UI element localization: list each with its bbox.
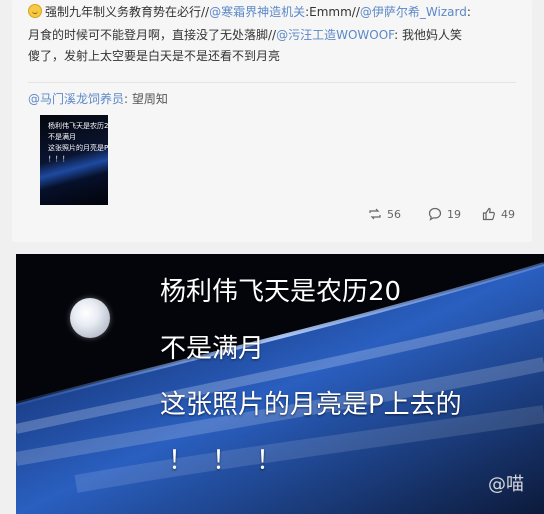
- comment-text: 强制九年制义务教育势在必行//: [45, 5, 210, 19]
- comment-text: 月食的时候可不能登月啊，直接没了无处落脚//: [28, 28, 277, 42]
- repost-button[interactable]: 56: [368, 207, 401, 221]
- mention-sub-user[interactable]: @马门溪龙饲养员: [28, 92, 124, 106]
- comment-button[interactable]: 19: [428, 207, 461, 221]
- thumbnail-text: 这张照片的月亮是P: [48, 144, 108, 152]
- photo-caption-line-2: 不是满月: [160, 334, 265, 364]
- mention-user-2[interactable]: @伊萨尔希_Wizard: [360, 5, 467, 19]
- comment-card: 强制九年制义务教育势在必行//@寒霜界神造机关:Emmm//@伊萨尔希_Wiza…: [12, 0, 532, 242]
- like-count: 49: [501, 207, 515, 221]
- photo-caption-line-4: ！！！: [168, 446, 301, 476]
- comment-text: :: [466, 5, 471, 19]
- photo-caption-line-3: 这张照片的月亮是P上去的: [160, 390, 462, 420]
- thumbnail-text: ！！！: [48, 155, 69, 163]
- mention-user-3[interactable]: @污汪工造WOWOOF: [276, 28, 394, 42]
- comment-count: 19: [447, 207, 461, 221]
- moon-image: [70, 298, 110, 338]
- comment-line-1: 强制九年制义务教育势在必行//@寒霜界神造机关:Emmm//@伊萨尔希_Wiza…: [28, 3, 471, 22]
- thumbs-up-icon: [482, 207, 495, 221]
- repost-icon: [369, 208, 381, 220]
- repost-count: 56: [387, 207, 401, 221]
- divider: [28, 82, 516, 83]
- comment-text: :Emmm//: [305, 5, 360, 19]
- sub-comment: @马门溪龙饲养员: 望周知: [28, 90, 168, 107]
- comment-line-2: 月食的时候可不能登月啊，直接没了无处落脚//@污汪工造WOWOOF: 我他妈人笑: [28, 26, 462, 45]
- comment-line-3: 傻了，发射上太空要是白天是不是还看不到月亮: [28, 49, 281, 63]
- photo-caption-line-1: 杨利伟飞天是农历20: [160, 277, 402, 307]
- like-button[interactable]: 49: [482, 207, 515, 221]
- mention-user-1[interactable]: @寒霜界神造机关: [209, 5, 305, 19]
- watermark: @喵: [488, 474, 524, 495]
- action-bar: 56 19 49: [12, 207, 532, 231]
- thumbnail-text: 不是满月: [48, 133, 76, 141]
- smile-emoji-icon: [28, 4, 42, 18]
- image-thumbnail[interactable]: 杨利伟飞天是农历20 不是满月 这张照片的月亮是P ！！！: [40, 115, 108, 205]
- thumbnail-text: 杨利伟飞天是农历20: [48, 122, 108, 130]
- sub-comment-text: : 望周知: [124, 92, 168, 106]
- comment-icon: [428, 207, 442, 221]
- comment-text: : 我他妈人笑: [394, 28, 462, 42]
